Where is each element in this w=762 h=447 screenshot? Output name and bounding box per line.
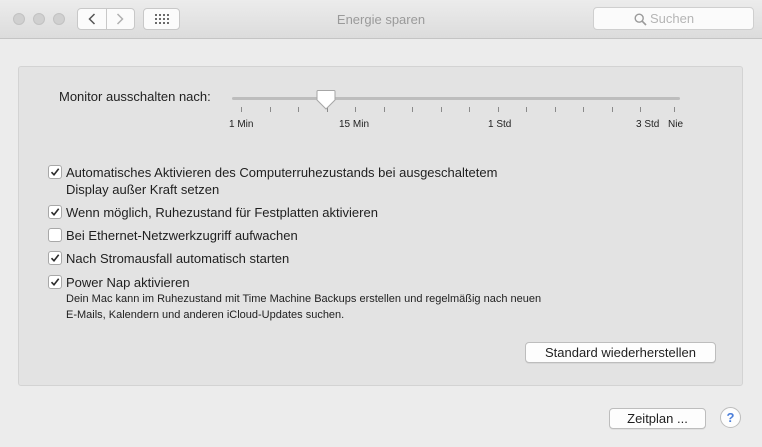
hint-line2: E-Mails, Kalendern und anderen iCloud-Up… — [66, 309, 345, 321]
option-disk-sleep[interactable]: Wenn möglich, Ruhezustand für Festplatte… — [48, 204, 378, 221]
checkbox[interactable] — [48, 205, 62, 219]
tick-label-1-std: 1 Std — [488, 119, 512, 130]
option-label: Nach Stromausfall automatisch starten — [66, 251, 290, 266]
power-nap-description: Dein Mac kann im Ruhezustand mit Time Ma… — [66, 291, 606, 323]
option-label: Power Nap aktivieren — [66, 275, 190, 290]
checkmark-icon — [50, 208, 60, 217]
checkmark-icon — [50, 278, 60, 287]
schedule-button[interactable]: Zeitplan ... — [609, 408, 706, 429]
tick-label-15-min: 15 Min — [339, 119, 370, 130]
checkbox[interactable] — [48, 275, 62, 289]
search-field[interactable] — [593, 7, 754, 30]
checkbox[interactable] — [48, 251, 62, 265]
hint-line1: Dein Mac kann im Ruhezustand mit Time Ma… — [66, 293, 542, 305]
search-input[interactable] — [650, 11, 748, 26]
option-power-nap[interactable]: Power Nap aktivieren — [48, 274, 190, 291]
display-sleep-label: Monitor ausschalten nach: — [59, 89, 211, 104]
option-label: Bei Ethernet-Netzwerkzugriff aufwachen — [66, 228, 298, 243]
display-sleep-slider-track[interactable] — [232, 97, 680, 100]
option-label: Wenn möglich, Ruhezustand für Festplatte… — [66, 205, 378, 220]
search-icon — [634, 13, 647, 26]
checkbox[interactable] — [48, 165, 62, 179]
option-prevent-sleep[interactable]: Automatisches Aktivieren des Computerruh… — [48, 164, 497, 198]
option-label-line2: Display außer Kraft setzen — [66, 182, 220, 197]
display-sleep-slider-knob[interactable] — [316, 89, 336, 111]
settings-panel — [18, 66, 743, 386]
help-button[interactable]: ? — [720, 407, 741, 428]
tick-label-1-min: 1 Min — [229, 119, 254, 130]
checkbox[interactable] — [48, 228, 62, 242]
option-restart-power-failure[interactable]: Nach Stromausfall automatisch starten — [48, 250, 289, 267]
checkmark-icon — [50, 254, 60, 263]
option-wake-ethernet[interactable]: Bei Ethernet-Netzwerkzugriff aufwachen — [48, 227, 298, 244]
checkmark-icon — [50, 168, 60, 177]
tick-label-3-std: 3 Std — [636, 119, 660, 130]
title-bar: Energie sparen — [0, 0, 762, 39]
option-label-line1: Automatisches Aktivieren des Computerruh… — [66, 165, 498, 180]
restore-defaults-button[interactable]: Standard wiederherstellen — [525, 342, 716, 363]
tick-label-nie: Nie — [668, 119, 684, 130]
